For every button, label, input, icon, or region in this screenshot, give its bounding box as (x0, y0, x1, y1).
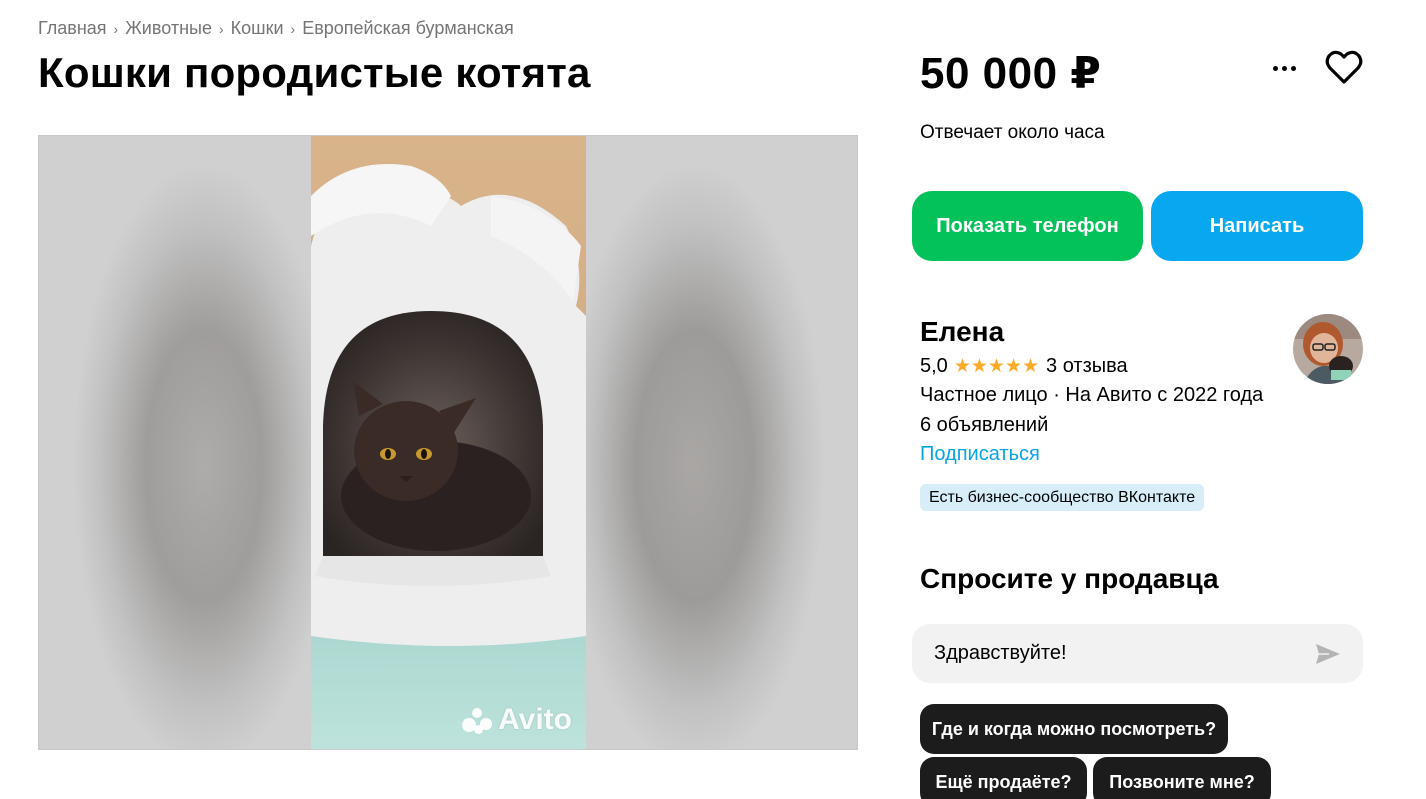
quick-question-chip[interactable]: Ещё продаёте? (920, 757, 1087, 799)
photo-gallery[interactable]: Avito (38, 135, 858, 750)
seller-rating: 5,0 ★ ★ ★ ★ ★ 3 отзыва (920, 355, 1128, 378)
send-icon[interactable] (1315, 643, 1341, 665)
seller-avatar-image (1293, 314, 1363, 384)
star-icon: ★ (1004, 356, 1022, 377)
reviews-link[interactable]: 3 отзыва (1046, 355, 1128, 378)
breadcrumb: Главная › Животные › Кошки › Европейская… (38, 18, 514, 39)
star-icon: ★ (970, 356, 988, 377)
message-input[interactable] (934, 642, 1315, 665)
breadcrumb-breed[interactable]: Европейская бурманская (302, 18, 514, 39)
rating-value: 5,0 (920, 355, 948, 377)
seller-type: Частное лицо · На Авито с 2022 года (920, 384, 1264, 406)
heart-icon[interactable] (1324, 48, 1364, 88)
breadcrumb-cats[interactable]: Кошки (231, 18, 284, 39)
chevron-right-icon: › (290, 20, 296, 37)
chevron-right-icon: › (113, 20, 119, 37)
write-message-button[interactable]: Написать (1151, 191, 1363, 261)
chevron-right-icon: › (218, 20, 224, 37)
ask-seller-title: Спросите у продавца (920, 563, 1219, 594)
quick-question-chip[interactable]: Где и когда можно посмотреть? (920, 704, 1228, 754)
star-icon: ★ (1022, 356, 1039, 377)
subscribe-link[interactable]: Подписаться (920, 443, 1040, 466)
vk-community-badge[interactable]: Есть бизнес-сообщество ВКонтакте (920, 484, 1205, 511)
star-icon: ★ (987, 356, 1005, 377)
cat-in-house-image (311, 136, 586, 749)
star-icon: ★ (953, 356, 971, 377)
breadcrumb-animals[interactable]: Животные (125, 18, 212, 39)
breadcrumb-home[interactable]: Главная (38, 18, 107, 39)
seller-ads-count[interactable]: 6 объявлений (920, 414, 1048, 437)
quick-question-chip[interactable]: Позвоните мне? (1093, 757, 1271, 799)
message-field[interactable] (912, 624, 1363, 683)
more-dots-icon[interactable] (1266, 56, 1302, 80)
price: 50 000 ₽ (920, 49, 1102, 98)
avito-logo-icon (460, 706, 494, 734)
avatar[interactable] (1293, 314, 1363, 384)
page-title: Кошки породистые котята (38, 49, 591, 96)
seller-name[interactable]: Елена (920, 316, 1004, 348)
rating-stars: ★ ★ ★ ★ ★ (953, 355, 1039, 378)
listing-photo[interactable]: Avito (311, 136, 586, 749)
reply-time: Отвечает около часа (920, 122, 1105, 143)
listing-page: Главная › Животные › Кошки › Европейская… (0, 0, 1426, 799)
watermark-text: Avito (498, 703, 572, 736)
show-phone-button[interactable]: Показать телефон (912, 191, 1143, 261)
avito-watermark: Avito (460, 703, 572, 737)
